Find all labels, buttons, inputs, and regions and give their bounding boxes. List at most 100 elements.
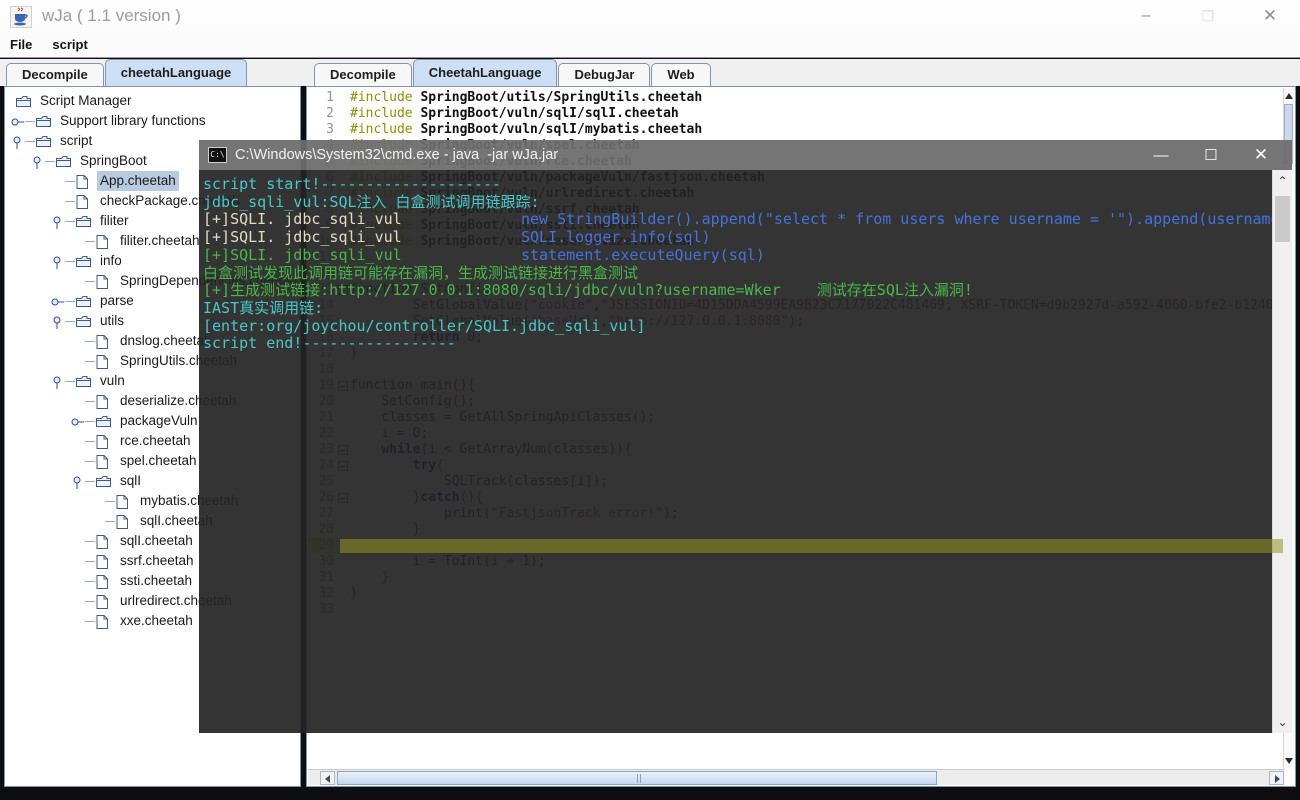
current-line-highlight [340, 539, 1283, 553]
tree-item-label: parse [100, 293, 134, 308]
fold-gutter [337, 90, 350, 106]
tree-connector [85, 580, 95, 582]
tree-collapse-handle-icon[interactable] [51, 314, 65, 329]
tree-item-label: script [60, 133, 93, 148]
code-text: #include SpringBoot/utils/SpringUtils.ch… [350, 90, 703, 105]
console-line: script start!-------------------- [203, 175, 502, 193]
file-icon [115, 514, 133, 529]
tree-connector [105, 500, 115, 502]
window-titlebar: wJa ( 1.1 version ) – ❐ ✕ [0, 0, 1300, 34]
scroll-down-arrow-icon[interactable] [1285, 758, 1293, 764]
tree-connector [85, 560, 95, 562]
tabstrip: Decompile cheetahLanguage Decompile Cheeta… [0, 59, 1300, 86]
tree-item-label: sqlI [120, 473, 142, 488]
tree-collapse-handle-icon[interactable] [51, 374, 65, 389]
folder-icon [35, 114, 53, 129]
horizontal-scroll-thumb[interactable] [337, 771, 937, 785]
file-icon [95, 334, 113, 349]
tree-item-label: ssrf.cheetah [120, 553, 194, 568]
console-line: [enter:org/joychou/controller/SQLI.jdbc_… [203, 316, 646, 335]
folder-icon [55, 154, 73, 169]
maximize-button[interactable]: ❐ [1186, 0, 1230, 32]
tree-connector [85, 400, 95, 402]
cmd-scroll-down-icon[interactable]: ⌄ [1273, 715, 1292, 729]
tab-cheetahlanguage[interactable]: CheetahLanguage [412, 59, 558, 86]
close-button[interactable]: ✕ [1248, 0, 1292, 32]
file-icon [75, 194, 93, 209]
file-icon [95, 394, 113, 409]
console-line: [+]SQLI. jdbc_sqli_vul new StringBuilder(… [203, 210, 1289, 229]
tree-item[interactable]: Script Manager [7, 91, 298, 111]
tree-connector [65, 260, 75, 262]
tab-cheetahlanguage[interactable]: cheetahLanguage [104, 59, 248, 86]
tab-debugjar[interactable]: DebugJar [558, 63, 651, 86]
tab-web[interactable]: Web [651, 63, 711, 86]
tree-connector [25, 120, 35, 122]
tree-item[interactable]: Support library functions [7, 111, 298, 131]
tree-connector [85, 620, 95, 622]
menubar: File script [0, 34, 1300, 58]
file-icon [95, 454, 113, 469]
cmd-close-button[interactable]: ✕ [1236, 145, 1286, 165]
file-icon [95, 554, 113, 569]
window-title: wJa ( 1.1 version ) [42, 6, 181, 25]
console-line: IAST真实调用链: [203, 298, 324, 317]
tree-connector [65, 180, 75, 182]
cmd-console-output[interactable]: script start!-------------------- jdbc_sq… [199, 170, 1292, 733]
tab-decompile[interactable]: Decompile [314, 63, 412, 86]
menu-script[interactable]: script [42, 34, 97, 52]
fold-gutter [337, 106, 350, 122]
cmd-titlebar[interactable]: C:\ C:\Windows\System32\cmd.exe - java -… [199, 140, 1292, 170]
tree-item-label: spel.cheetah [120, 453, 197, 468]
tree-collapse-handle-icon[interactable] [51, 214, 65, 229]
line-number: 1 [326, 90, 334, 105]
file-icon [95, 594, 113, 609]
cmd-window: C:\ C:\Windows\System32\cmd.exe - java -… [199, 140, 1292, 733]
cmd-scroll-thumb[interactable] [1275, 196, 1290, 242]
folder-icon [35, 134, 53, 149]
left-tabs: Decompile cheetahLanguage [6, 59, 248, 86]
tree-connector [85, 480, 95, 482]
tree-expand-handle-icon[interactable] [51, 294, 65, 308]
tree-expand-handle-icon[interactable] [11, 114, 25, 128]
cmd-minimize-button[interactable]: — [1136, 147, 1186, 164]
folder-icon [75, 314, 93, 329]
tree-item-label: SpringBoot [80, 153, 147, 168]
tree-collapse-handle-icon[interactable] [51, 254, 65, 269]
file-icon [95, 574, 113, 589]
tree-connector [85, 340, 95, 342]
scroll-up-arrow-icon[interactable] [1285, 93, 1293, 99]
tree-connector [85, 280, 95, 282]
minimize-button[interactable]: – [1124, 0, 1168, 32]
menu-file[interactable]: File [0, 34, 42, 52]
tree-item-label: sqlI.cheetah [120, 533, 193, 548]
console-line: [+]生成测试链接:http://127.0.0.1:8080/sqli/jdb… [203, 281, 973, 300]
cmd-scroll-up-icon[interactable]: ⌃ [1273, 174, 1292, 188]
tree-connector [85, 240, 95, 242]
code-line: 2 #include SpringBoot/vuln/sqlI/sqlI.chee… [308, 106, 1284, 122]
tree-collapse-handle-icon[interactable] [11, 134, 25, 149]
cmd-icon: C:\ [208, 147, 227, 163]
tree-collapse-handle-icon[interactable] [31, 154, 45, 169]
line-number: 2 [326, 106, 334, 121]
tree-expand-handle-icon[interactable] [71, 414, 85, 428]
tree-connector [85, 360, 95, 362]
file-icon [75, 174, 93, 189]
tree-connector [105, 520, 115, 522]
file-icon [95, 614, 113, 629]
tree-connector [85, 600, 95, 602]
cmd-maximize-button[interactable]: ☐ [1186, 146, 1236, 164]
scroll-right-arrow[interactable] [1269, 771, 1284, 785]
tab-decompile[interactable]: Decompile [6, 63, 104, 86]
editor-horizontal-scrollbar[interactable] [308, 769, 1284, 785]
folder-icon [15, 94, 33, 109]
tree-item-label: Script Manager [40, 93, 132, 108]
scroll-left-arrow[interactable] [320, 771, 335, 785]
tree-item-label: App.cheetah [97, 171, 179, 191]
cmd-scrollbar[interactable]: ⌃ ⌄ [1272, 170, 1292, 733]
tree-connector [65, 380, 75, 382]
tree-collapse-handle-icon[interactable] [71, 474, 85, 489]
file-icon [115, 494, 133, 509]
console-line: script end!----------------- [203, 334, 456, 353]
code-text: #include SpringBoot/vuln/sqlI/sqlI.cheet… [350, 106, 679, 121]
